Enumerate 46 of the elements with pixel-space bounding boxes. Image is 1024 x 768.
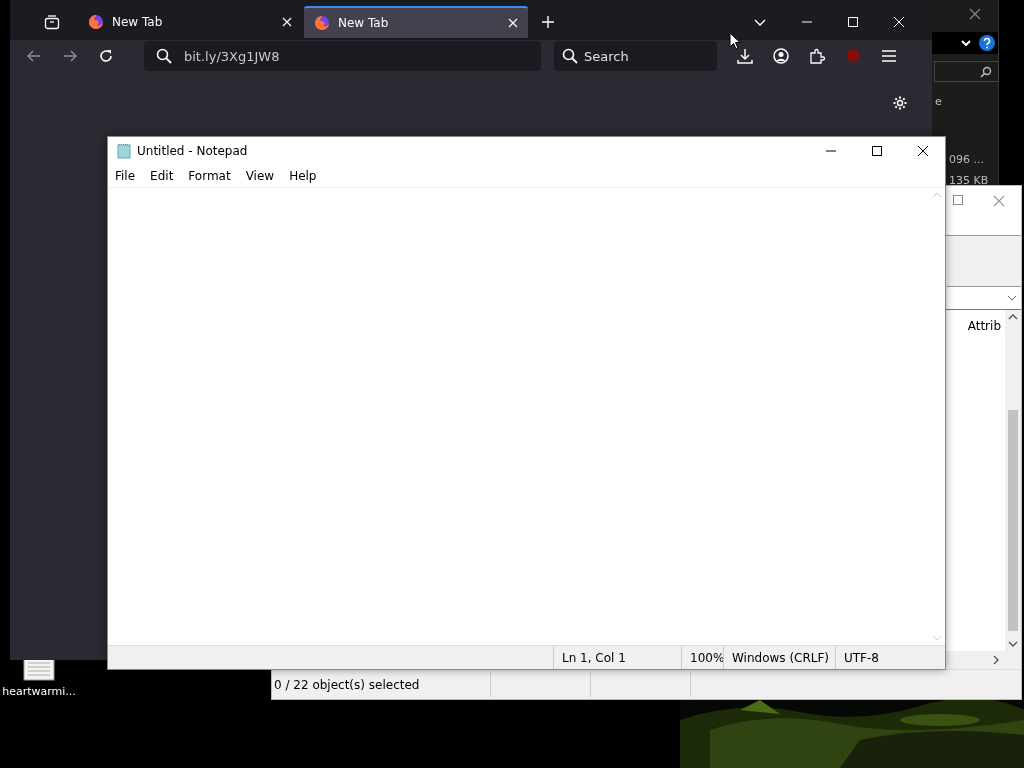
- encoding: UTF-8: [835, 646, 935, 669]
- menu-item[interactable]: Edit: [149, 169, 181, 183]
- cursor-position: Ln 1, Col 1: [553, 646, 681, 669]
- file-size-text: 096 ...: [949, 153, 984, 166]
- globe-icon: [88, 14, 104, 30]
- address-bar[interactable]: bit.ly/3Xg1JW8: [144, 41, 541, 71]
- partial-label: e: [935, 95, 942, 108]
- window-title: Untitled - Notepad: [137, 144, 249, 158]
- plus-icon[interactable]: [542, 16, 554, 28]
- scroll-right-icon[interactable]: [993, 655, 999, 665]
- back-arrow-icon[interactable]: [26, 48, 42, 64]
- menu-item[interactable]: File: [114, 169, 143, 183]
- close-icon[interactable]: [918, 146, 928, 156]
- forward-arrow-icon[interactable]: [62, 48, 78, 64]
- mouse-pointer-icon: [729, 32, 741, 50]
- search-field[interactable]: Search: [554, 41, 717, 71]
- menu-item[interactable]: View: [244, 169, 282, 183]
- document-icon[interactable]: [23, 657, 55, 681]
- browser-tab[interactable]: New Tab: [78, 6, 302, 38]
- desktop-icon-label[interactable]: heartwarmi...: [2, 685, 76, 698]
- menu-icon[interactable]: [881, 48, 897, 64]
- globe-icon: [314, 15, 330, 31]
- menu-item[interactable]: Help: [288, 169, 324, 183]
- search-icon: [562, 48, 578, 64]
- selection-status: 0 / 22 object(s) selected: [273, 677, 420, 692]
- puzzle-icon[interactable]: [809, 48, 825, 64]
- search-icon: [156, 48, 172, 64]
- maximize-icon[interactable]: [872, 146, 882, 156]
- browser-tab[interactable]: New Tab: [304, 6, 528, 38]
- column-header[interactable]: Attrib: [967, 319, 1001, 333]
- menu-item[interactable]: Format: [187, 169, 238, 183]
- download-icon[interactable]: [737, 48, 753, 64]
- notepad-icon: [117, 143, 131, 159]
- tab-list-icon[interactable]: [44, 14, 60, 30]
- scrollbar[interactable]: [1005, 310, 1021, 651]
- help-icon[interactable]: [979, 35, 995, 51]
- reload-icon[interactable]: [98, 48, 114, 64]
- search-icon: [980, 66, 992, 78]
- scroll-up-icon[interactable]: [1008, 314, 1018, 320]
- line-ending: Windows (CRLF): [723, 646, 835, 669]
- settings-icon[interactable]: [892, 95, 908, 111]
- scroll-down-icon[interactable]: [1008, 641, 1018, 647]
- file-size-text: 135 KB: [949, 174, 989, 187]
- search-field[interactable]: [934, 61, 999, 82]
- account-icon[interactable]: [773, 48, 789, 64]
- zoom-level: 100%: [681, 646, 723, 669]
